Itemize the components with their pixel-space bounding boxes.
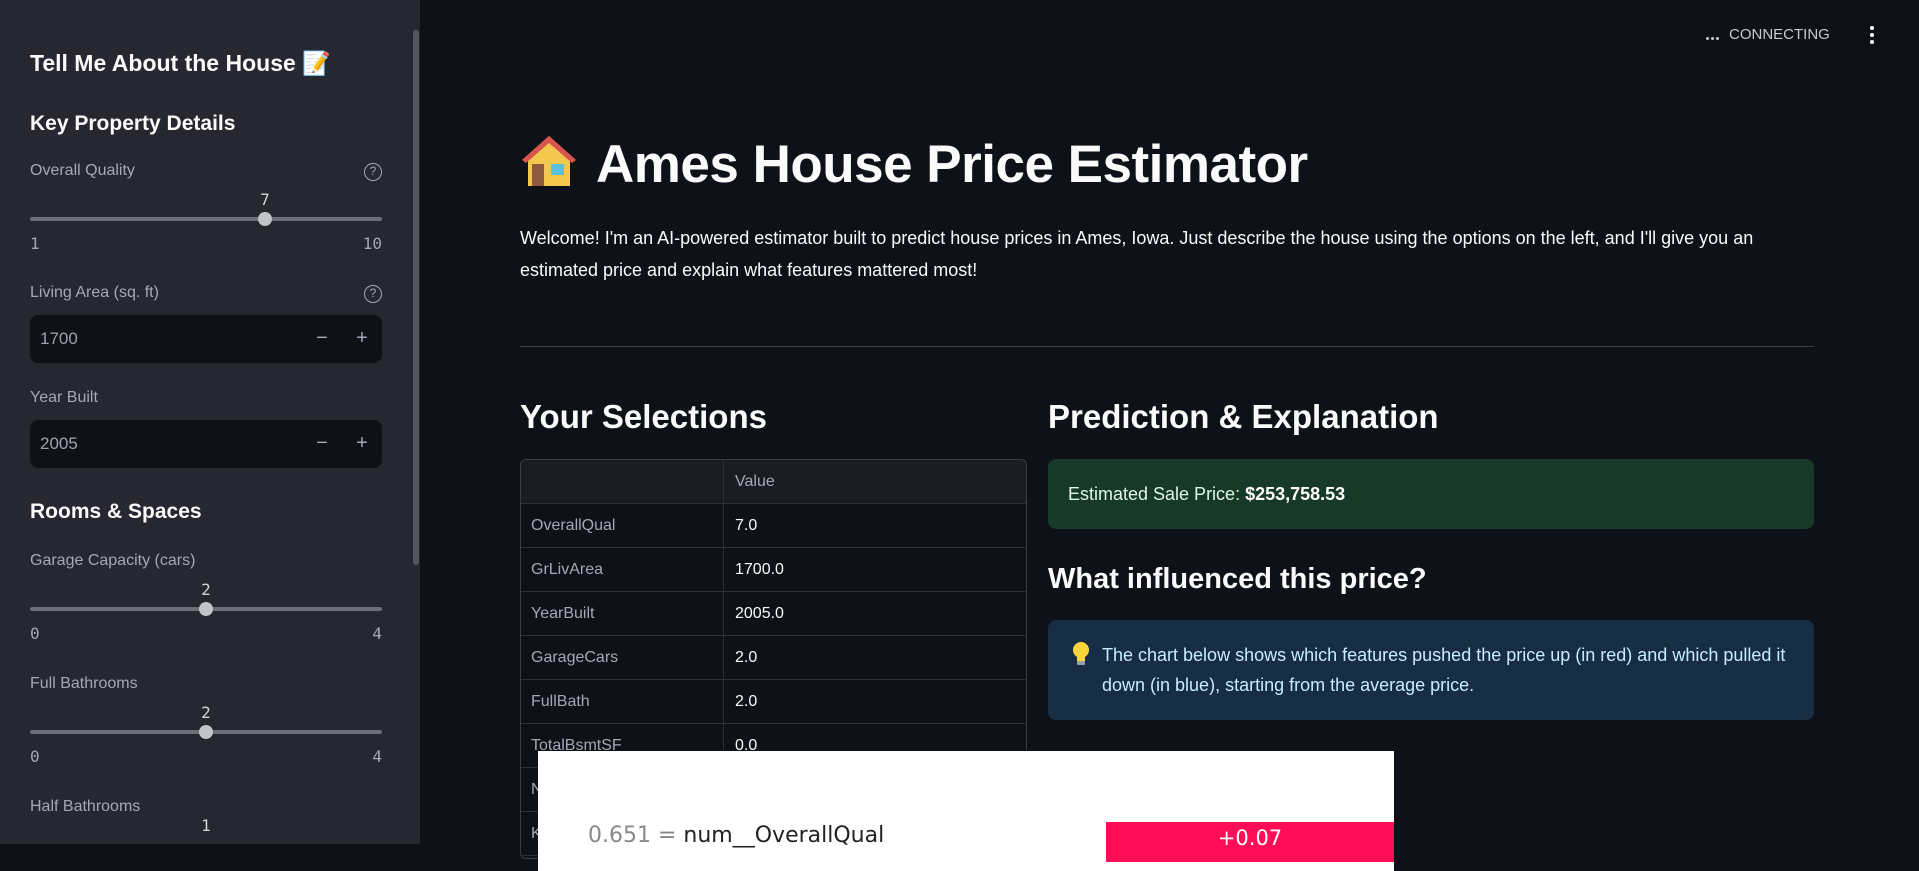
sidebar-scrollbar[interactable]	[413, 30, 419, 565]
shap-waterfall-plot: 0.651 = num__OverallQual +0.07	[538, 751, 1394, 871]
slider-max: 4	[372, 624, 382, 643]
overall-quality-slider[interactable]: 7 1 10	[30, 190, 382, 256]
full-bath-label: Full Bathrooms	[30, 675, 138, 692]
shap-contribution-label: +0.07	[1217, 826, 1283, 850]
half-bath-label: Half Bathrooms	[30, 798, 141, 815]
help-icon[interactable]: ?	[364, 285, 382, 303]
living-area-value[interactable]: 1700	[40, 329, 78, 349]
price-alert: Estimated Sale Price: $253,758.53	[1048, 459, 1814, 529]
help-icon[interactable]: ?	[364, 163, 382, 181]
section-rooms-spaces: Rooms & Spaces	[30, 500, 202, 523]
sidebar: Tell Me About the House 📝 Key Property D…	[0, 0, 420, 844]
half-bath-slider[interactable]: 1	[30, 816, 382, 844]
slider-track[interactable]	[30, 217, 382, 221]
year-built-input[interactable]: 2005 − +	[30, 420, 382, 468]
slider-thumb[interactable]	[199, 602, 213, 616]
table-header-row: Value	[521, 460, 1026, 504]
house-icon	[520, 134, 578, 188]
table-cell-value: 2005.0	[735, 605, 784, 622]
table-cell-value: 2.0	[735, 649, 758, 666]
increment-button[interactable]: +	[348, 430, 376, 458]
garage-slider[interactable]: 2 0 4	[30, 580, 382, 646]
full-bath-slider[interactable]: 2 0 4	[30, 703, 382, 769]
table-header-value: Value	[735, 473, 775, 490]
table-row[interactable]: FullBath 2.0	[521, 680, 1026, 724]
slider-thumb[interactable]	[199, 725, 213, 739]
price-label: Estimated Sale Price:	[1068, 484, 1246, 504]
slider-thumb[interactable]	[258, 212, 272, 226]
table-cell-feature: GarageCars	[521, 636, 724, 680]
info-text: The chart below shows which features pus…	[1102, 645, 1786, 695]
table-row[interactable]: OverallQual 7.0	[521, 504, 1026, 548]
table-row[interactable]: GarageCars 2.0	[521, 636, 1026, 680]
overall-quality-label: Overall Quality	[30, 162, 135, 179]
table-cell-feature: OverallQual	[521, 504, 724, 548]
living-area-input[interactable]: 1700 − +	[30, 315, 382, 363]
table-cell-feature: YearBuilt	[521, 592, 724, 636]
divider	[520, 346, 1814, 347]
table-cell-value: 1700.0	[735, 561, 784, 578]
price-value: $253,758.53	[1245, 484, 1346, 504]
lightbulb-icon	[1072, 641, 1090, 667]
ellipsis-icon	[1706, 27, 1721, 44]
prediction-heading: Prediction & Explanation	[1048, 398, 1439, 435]
slider-value: 1	[201, 816, 211, 835]
shap-positive-bar: +0.07	[1106, 822, 1394, 862]
slider-max: 10	[362, 234, 382, 253]
slider-min: 0	[30, 747, 40, 766]
decrement-button[interactable]: −	[308, 325, 336, 353]
table-cell-feature: GrLivArea	[521, 548, 724, 592]
table-row[interactable]: GrLivArea 1700.0	[521, 548, 1026, 592]
slider-max: 4	[372, 747, 382, 766]
table-cell-feature: FullBath	[521, 680, 724, 724]
table-cell-value: 2.0	[735, 693, 758, 710]
year-built-label: Year Built	[30, 389, 98, 406]
slider-value: 2	[201, 580, 211, 599]
page-title: Ames House Price Estimator	[520, 134, 1308, 195]
decrement-button[interactable]: −	[308, 430, 336, 458]
slider-value: 7	[260, 190, 270, 209]
table-cell-value: 7.0	[735, 517, 758, 534]
table-row[interactable]: YearBuilt 2005.0	[521, 592, 1026, 636]
slider-min: 0	[30, 624, 40, 643]
slider-value: 2	[201, 703, 211, 722]
increment-button[interactable]: +	[348, 325, 376, 353]
garage-label: Garage Capacity (cars)	[30, 552, 196, 569]
shap-feature-label: 0.651 = num__OverallQual	[588, 823, 885, 848]
selections-heading: Your Selections	[520, 398, 767, 435]
influence-heading: What influenced this price?	[1048, 563, 1427, 595]
living-area-label: Living Area (sq. ft)	[30, 284, 159, 301]
intro-text: Welcome! I'm an AI-powered estimator bui…	[520, 228, 1754, 280]
main-menu-icon[interactable]	[1868, 26, 1876, 46]
sidebar-title: Tell Me About the House 📝	[30, 50, 331, 76]
info-alert: The chart below shows which features pus…	[1048, 620, 1814, 720]
connection-status: CONNECTING	[1706, 26, 1830, 44]
year-built-value[interactable]: 2005	[40, 434, 78, 454]
slider-min: 1	[30, 234, 40, 253]
section-key-property-details: Key Property Details	[30, 112, 236, 135]
